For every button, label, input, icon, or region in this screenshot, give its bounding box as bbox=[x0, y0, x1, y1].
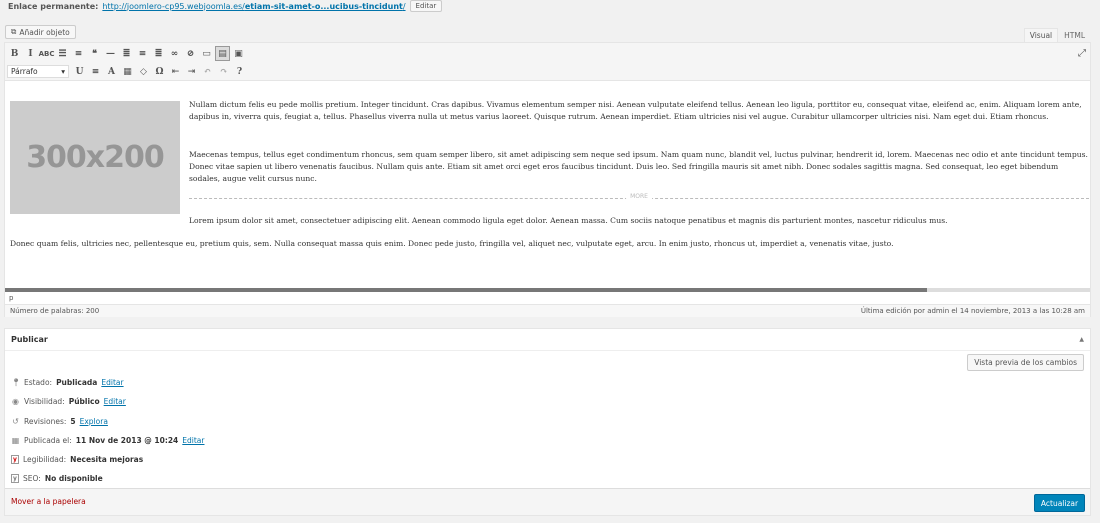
permalink-slug: etiam-sit-amet-o...ucibus-tincidunt bbox=[244, 1, 403, 11]
published-label: Publicada el: bbox=[24, 436, 72, 445]
status-label: Estado: bbox=[24, 378, 53, 387]
edit-visibility-link[interactable]: Editar bbox=[104, 397, 126, 406]
outdent-icon[interactable]: ⇤ bbox=[168, 64, 183, 79]
published-value: 11 Nov de 2013 @ 10:24 bbox=[75, 436, 179, 445]
publish-box: Publicar ▲ Vista previa de los cambios 📍… bbox=[4, 328, 1091, 516]
eye-icon: ◉ bbox=[12, 397, 19, 406]
blockquote-icon[interactable]: ❝ bbox=[87, 46, 102, 61]
paragraph-2[interactable]: Maecenas tempus, tellus eget condimentum… bbox=[189, 149, 1089, 185]
editor-toolbar: B I ABC ☰ ≡ ❝ — ≣ ≡ ≣ ∞ ⊘ ▭ ▤ ▣ Párrafo ▾ U ≡ A ▦ ◇ Ω ⇤ ⇥ ↶ ↷? … bbox=[5, 43, 1090, 81]
status-row: 📍︎ Estado: Publicada Editar bbox=[11, 378, 124, 387]
yoast-seo-icon: y bbox=[11, 474, 19, 483]
align-left-icon[interactable]: ≣ bbox=[119, 46, 134, 61]
toolbar-row-1: B I ABC ☰ ≡ ❝ — ≣ ≡ ≣ ∞ ⊘ ▭ ▤ ▣ bbox=[7, 46, 247, 61]
scrollbar-thumb[interactable] bbox=[5, 288, 927, 292]
edit-status-link[interactable]: Editar bbox=[101, 378, 123, 387]
format-select[interactable]: Párrafo ▾ bbox=[7, 65, 69, 78]
text-color-icon[interactable]: A bbox=[104, 64, 119, 79]
readability-label: Legibilidad: bbox=[23, 455, 67, 464]
undo-icon[interactable]: ↶ bbox=[200, 64, 215, 79]
justify-icon[interactable]: ≡ bbox=[88, 64, 103, 79]
media-icon: ⧉ bbox=[11, 27, 17, 36]
unlink-icon[interactable]: ⊘ bbox=[183, 46, 198, 61]
edit-permalink-button[interactable]: Editar bbox=[409, 0, 443, 12]
collapse-arrow-icon[interactable]: ▲ bbox=[1079, 336, 1084, 343]
align-right-icon[interactable]: ≣ bbox=[151, 46, 166, 61]
format-select-value: Párrafo bbox=[11, 67, 38, 76]
visibility-value: Público bbox=[68, 397, 100, 406]
add-media-label: Añadir objeto bbox=[19, 27, 70, 37]
permalink-link[interactable]: http://joomlero-cp95.webjoomla.es/etiam-… bbox=[102, 2, 405, 11]
image-placeholder[interactable]: 300x200 bbox=[10, 101, 180, 214]
preview-changes-button[interactable]: Vista previa de los cambios bbox=[967, 354, 1084, 371]
post-editor: B I ABC ☰ ≡ ❝ — ≣ ≡ ≣ ∞ ⊘ ▭ ▤ ▣ Párrafo ▾ U ≡ A ▦ ◇ Ω ⇤ ⇥ ↶ ↷? … bbox=[4, 42, 1091, 317]
visibility-row: ◉ Visibilidad: Público Editar bbox=[11, 397, 126, 406]
yoast-readability-icon: y bbox=[11, 455, 19, 464]
bullet-list-icon[interactable]: ☰ bbox=[55, 46, 70, 61]
pin-icon: 📍︎ bbox=[11, 378, 22, 387]
paragraph-1[interactable]: Nullam dictum felis eu pede mollis preti… bbox=[189, 99, 1089, 123]
special-char-icon[interactable]: Ω bbox=[152, 64, 167, 79]
publish-title: Publicar bbox=[11, 335, 48, 344]
permalink-url-prefix: http://joomlero-cp95.webjoomla.es/ bbox=[102, 1, 245, 11]
chevron-down-icon: ▾ bbox=[61, 67, 65, 76]
toolbar-row-2: Párrafo ▾ U ≡ A ▦ ◇ Ω ⇤ ⇥ ↶ ↷? bbox=[7, 64, 248, 79]
fullscreen-icon[interactable]: ⤢ bbox=[1078, 48, 1086, 59]
editor-status-bar: Número de palabras: 200 Última edición p… bbox=[5, 304, 1090, 317]
revisions-row: ↺ Revisiones: 5 Explora bbox=[11, 417, 108, 426]
readability-row: y Legibilidad: Necesita mejoras bbox=[11, 455, 143, 464]
editor-tabs: Visual HTML bbox=[1023, 28, 1091, 42]
seo-label: SEO: bbox=[23, 474, 41, 483]
browse-revisions-link[interactable]: Explora bbox=[80, 417, 108, 426]
indent-icon[interactable]: ⇥ bbox=[184, 64, 199, 79]
published-date-row: ▦ Publicada el: 11 Nov de 2013 @ 10:24 E… bbox=[11, 436, 205, 445]
update-button[interactable]: Actualizar bbox=[1034, 494, 1085, 512]
numbered-list-icon[interactable]: ≡ bbox=[71, 46, 86, 61]
read-more-icon[interactable]: ▭ bbox=[199, 46, 214, 61]
element-path: p bbox=[9, 294, 14, 302]
briefcase-icon[interactable]: ▣ bbox=[231, 46, 246, 61]
tab-html[interactable]: HTML bbox=[1058, 28, 1091, 42]
revisions-label: Revisiones: bbox=[24, 417, 67, 426]
paste-text-icon[interactable]: ▦ bbox=[120, 64, 135, 79]
paragraph-3[interactable]: Lorem ipsum dolor sit amet, consectetuer… bbox=[189, 215, 1089, 227]
help-icon[interactable]: ? bbox=[232, 64, 247, 79]
visibility-label: Visibilidad: bbox=[24, 397, 65, 406]
edit-date-link[interactable]: Editar bbox=[182, 436, 204, 445]
more-label: MORE bbox=[626, 193, 652, 200]
publish-actions: Mover a la papelera Actualizar bbox=[5, 488, 1090, 515]
revisions-value: 5 bbox=[70, 417, 76, 426]
calendar-icon: ▦ bbox=[11, 436, 20, 445]
history-icon: ↺ bbox=[12, 417, 19, 426]
seo-row: y SEO: No disponible bbox=[11, 474, 103, 483]
clear-formatting-icon[interactable]: ◇ bbox=[136, 64, 151, 79]
publish-header[interactable]: Publicar ▲ bbox=[5, 329, 1090, 351]
strikethrough-icon[interactable]: ABC bbox=[39, 46, 55, 61]
more-divider[interactable]: MORE bbox=[189, 193, 1089, 206]
permalink-label: Enlace permanente: bbox=[8, 1, 99, 11]
tab-visual[interactable]: Visual bbox=[1023, 28, 1059, 42]
bold-icon[interactable]: B bbox=[7, 46, 22, 61]
toolbar-toggle-icon[interactable]: ▤ bbox=[215, 46, 230, 61]
readability-value: Necesita mejoras bbox=[70, 455, 144, 464]
status-value: Publicada bbox=[56, 378, 98, 387]
align-center-icon[interactable]: ≡ bbox=[135, 46, 150, 61]
move-to-trash-link[interactable]: Mover a la papelera bbox=[11, 497, 86, 506]
word-count: Número de palabras: 200 bbox=[10, 307, 100, 315]
add-media-button[interactable]: ⧉ Añadir objeto bbox=[5, 25, 76, 39]
horizontal-scrollbar[interactable] bbox=[5, 288, 1090, 292]
permalink-bar: Enlace permanente: http://joomlero-cp95.… bbox=[8, 0, 443, 12]
insert-link-icon[interactable]: ∞ bbox=[167, 46, 182, 61]
paragraph-4[interactable]: Donec quam felis, ultricies nec, pellent… bbox=[10, 238, 1090, 250]
last-edit-info: Última edición por admin el 14 noviembre… bbox=[860, 307, 1085, 315]
redo-icon[interactable]: ↷ bbox=[216, 64, 231, 79]
seo-value: No disponible bbox=[44, 474, 103, 483]
permalink-url-suffix: / bbox=[402, 1, 406, 11]
underline-icon[interactable]: U bbox=[72, 64, 87, 79]
horizontal-line-icon[interactable]: — bbox=[103, 46, 118, 61]
italic-icon[interactable]: I bbox=[23, 46, 38, 61]
